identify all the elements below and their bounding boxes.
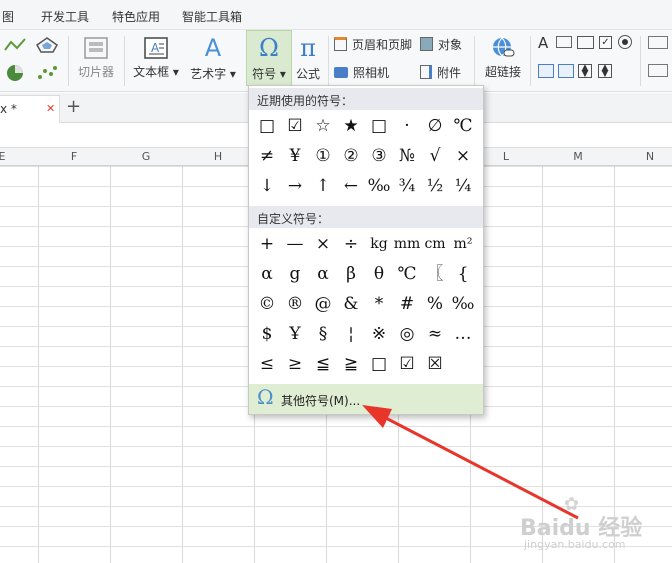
annotation-arrow [362,405,579,520]
watermark: ✿ Baidu 经验 jingyan.baidu.com [520,494,670,554]
watermark-url: jingyan.baidu.com [524,538,626,551]
